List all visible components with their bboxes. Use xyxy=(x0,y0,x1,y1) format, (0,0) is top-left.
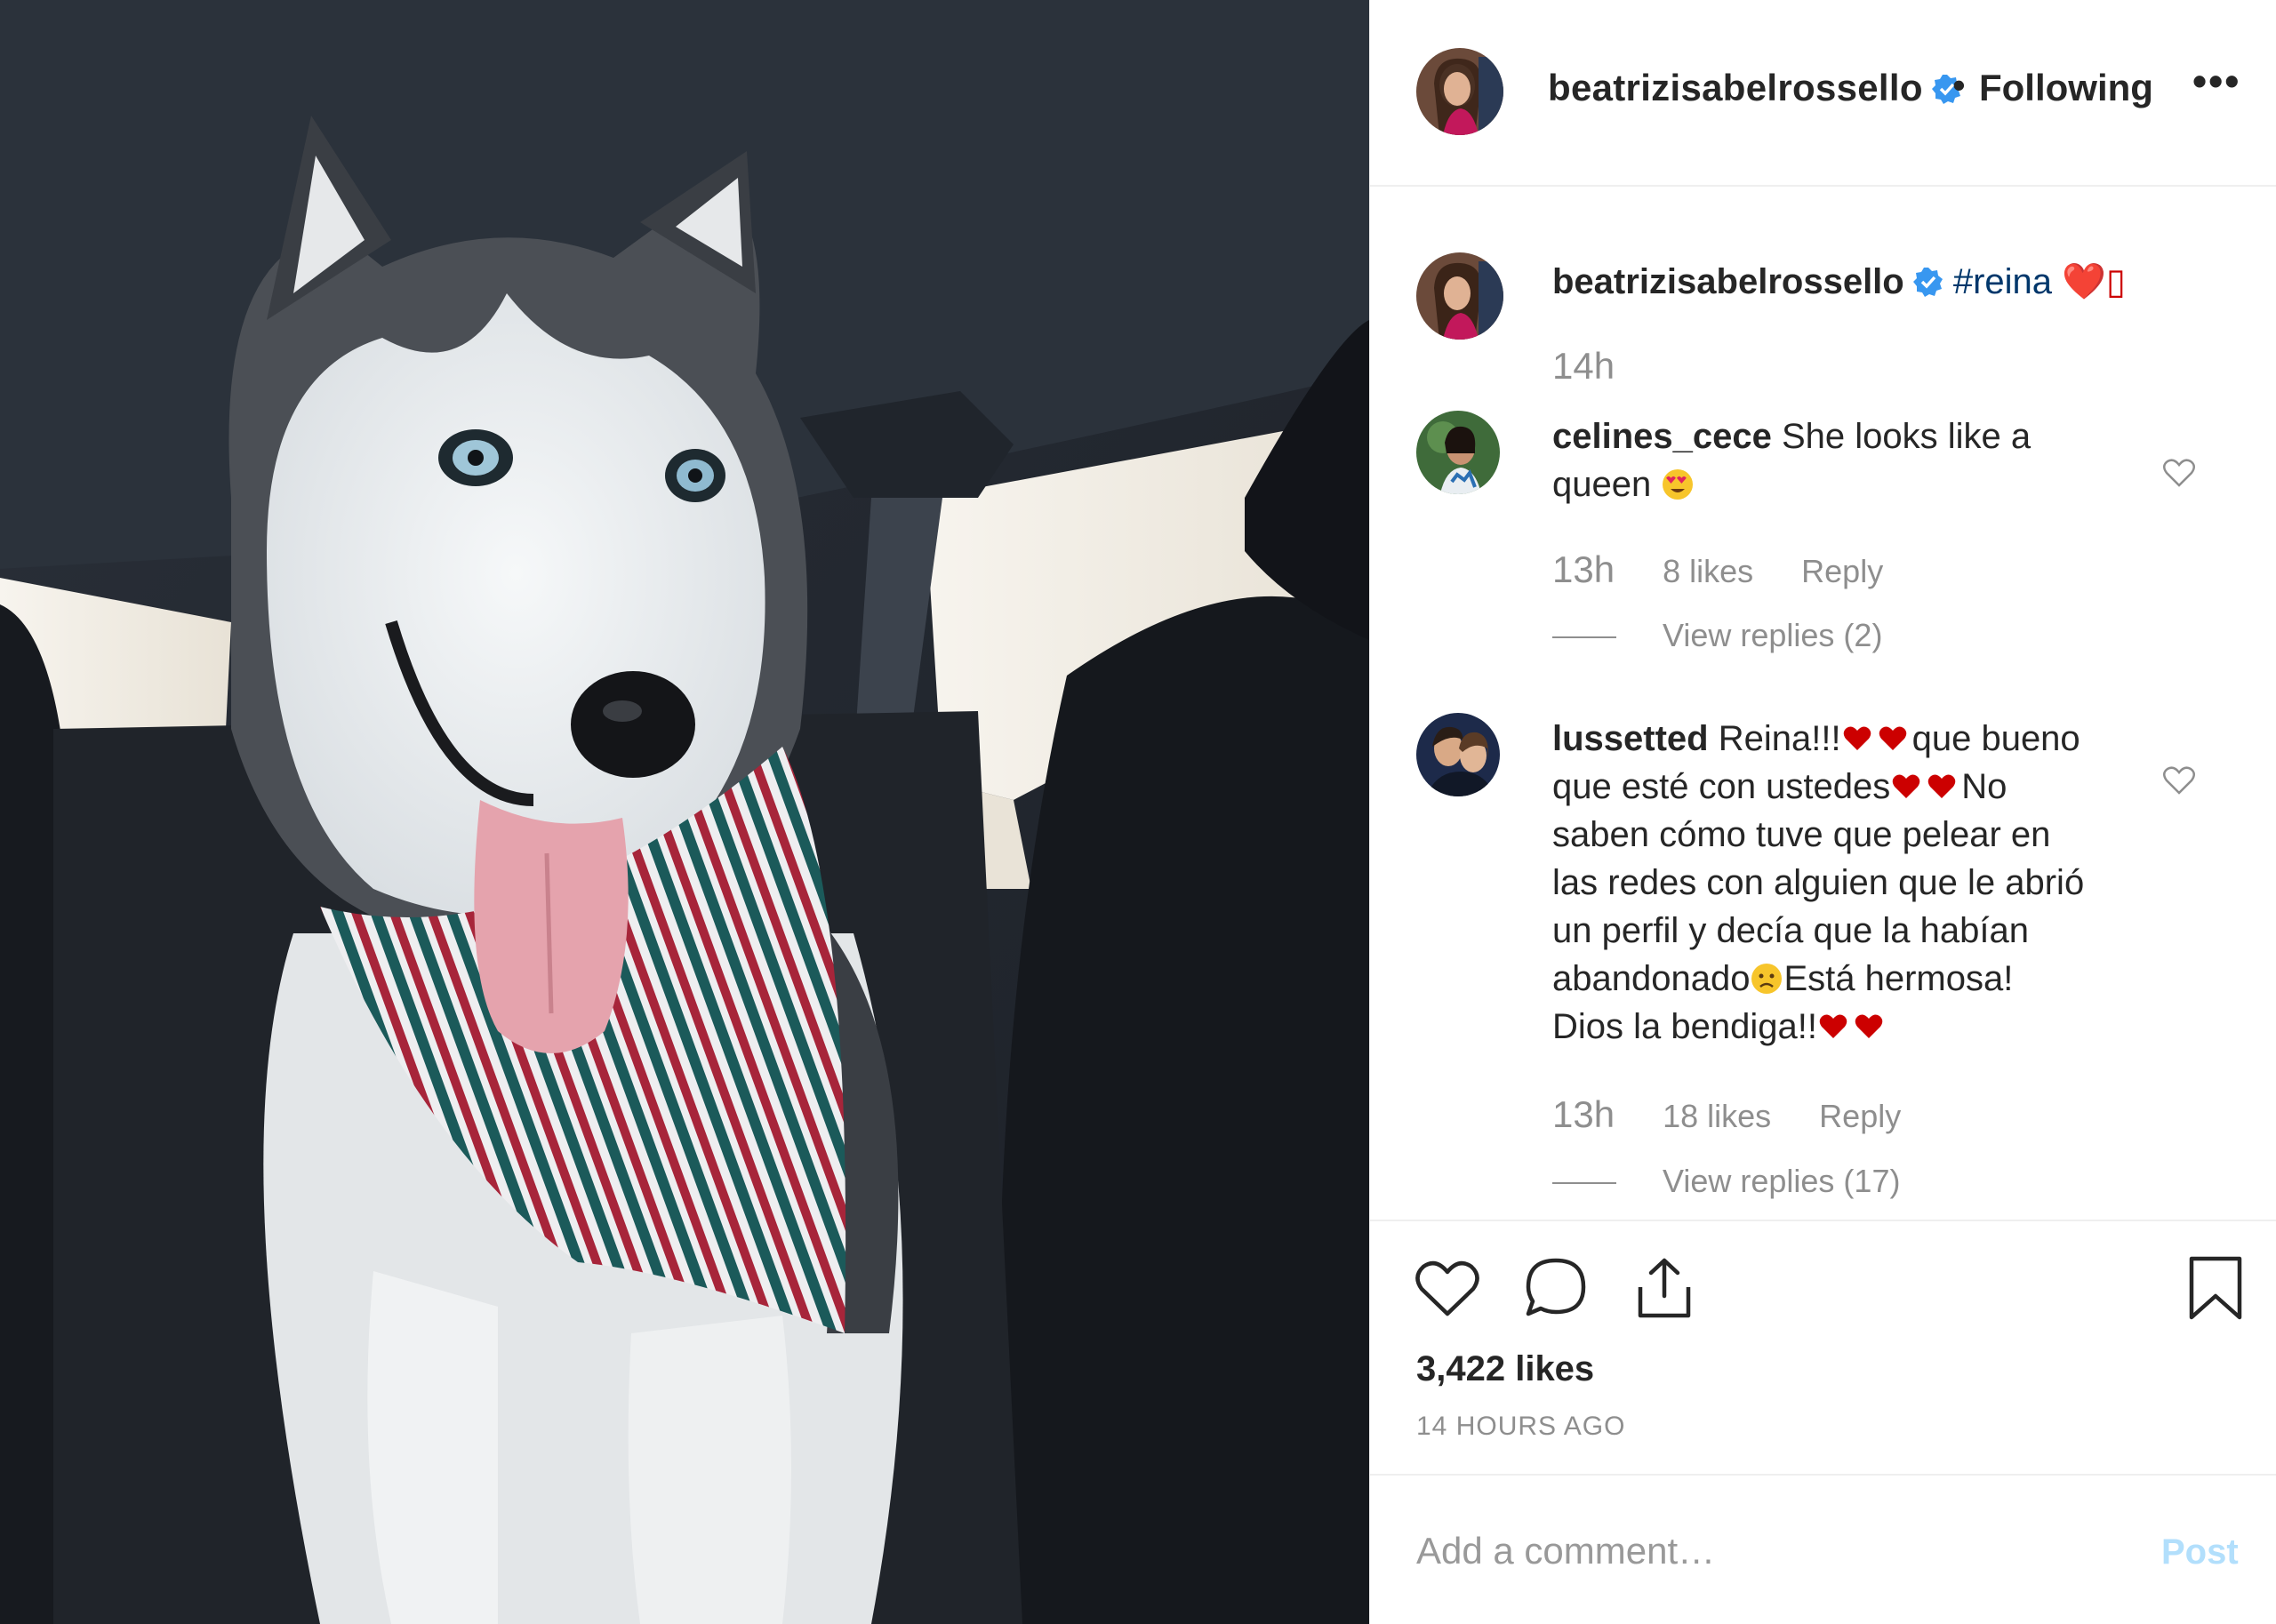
view-replies-label[interactable]: View replies (17) xyxy=(1663,1163,1900,1199)
author-avatar-image xyxy=(1416,48,1503,135)
bookmark-icon[interactable] xyxy=(2181,1253,2250,1323)
comment-text: saben cómo tuve que pelear en xyxy=(1552,815,2051,854)
comment-text: que bueno xyxy=(1911,719,2080,758)
red-hearts-icon xyxy=(1893,774,1956,798)
header-separator: • xyxy=(1952,64,1966,106)
comment-text: abandonado xyxy=(1552,959,1751,998)
comment-text: Reina!!! xyxy=(1718,719,1841,758)
comment-text: que esté con ustedes xyxy=(1552,767,1891,806)
commenter-avatar-celines[interactable] xyxy=(1416,411,1500,494)
worried-face-emoji-icon xyxy=(1751,964,1783,994)
comment-reply-button[interactable]: Reply xyxy=(1819,1098,1901,1134)
share-icon[interactable] xyxy=(1630,1253,1699,1323)
post-side-panel: beatrizisabelrossello • Following ••• be… xyxy=(1369,0,2276,1624)
author-username-text[interactable]: beatrizisabelrossello xyxy=(1548,67,1923,108)
caption-avatar-image xyxy=(1416,252,1503,340)
post-comment-button[interactable]: Post xyxy=(2161,1532,2239,1572)
following-button[interactable]: Following xyxy=(1979,67,2153,109)
commenter-avatar-image xyxy=(1416,713,1500,796)
view-replies-label[interactable]: View replies (2) xyxy=(1663,617,1882,653)
add-comment-bar: Post xyxy=(1370,1474,2276,1624)
comment-username[interactable]: lussetted xyxy=(1552,719,1709,758)
commenter-avatar-image xyxy=(1416,411,1500,494)
commenter-avatar-lussetted[interactable] xyxy=(1416,713,1500,796)
comment-likes-count[interactable]: 8 likes xyxy=(1663,553,1753,589)
comment-bubble-icon[interactable] xyxy=(1521,1253,1591,1323)
comment-text: No xyxy=(1961,767,2008,806)
author-username[interactable]: beatrizisabelrossello xyxy=(1548,67,1962,109)
caption-time[interactable]: 14h xyxy=(1552,345,1615,387)
comment-text: un perfil y decía que la habían xyxy=(1552,911,2029,950)
post-header: beatrizisabelrossello • Following ••• xyxy=(1370,0,2276,187)
replies-divider xyxy=(1552,1182,1616,1185)
comment-lussetted: lussetted Reina!!! que bueno que esté con… xyxy=(1552,715,2192,1051)
view-replies-button[interactable]: View replies (17) xyxy=(1552,1163,1900,1200)
view-replies-button[interactable]: View replies (2) xyxy=(1552,617,1882,654)
comment-text: Dios la bendiga!! xyxy=(1552,1007,1817,1046)
post-actions: 3,422 likes 14 HOURS AGO xyxy=(1370,1220,2276,1486)
post-likes-count[interactable]: 3,422 likes xyxy=(1416,1349,1594,1389)
comment-username[interactable]: celines_cece xyxy=(1552,417,1772,456)
post-photo[interactable] xyxy=(0,0,1369,1624)
post-timestamp[interactable]: 14 HOURS AGO xyxy=(1416,1412,1625,1442)
comments-list[interactable]: beatrizisabelrossello #reina ❤️▯ 14h cel… xyxy=(1370,188,2276,1220)
comment-text: queen xyxy=(1552,465,1652,504)
instagram-post-view: beatrizisabelrossello • Following ••• be… xyxy=(0,0,2276,1624)
comment-meta: 13h 18 likes Reply xyxy=(1552,1093,1940,1136)
comment-likes-count[interactable]: 18 likes xyxy=(1663,1098,1771,1134)
like-comment-heart-icon[interactable] xyxy=(2161,455,2197,491)
comment-meta: 13h 8 likes Reply xyxy=(1552,548,1922,591)
red-hearts-icon xyxy=(1819,1014,1883,1038)
comment-text: She looks like a xyxy=(1782,417,2032,456)
comment-reply-button[interactable]: Reply xyxy=(1801,553,1883,589)
like-comment-heart-icon[interactable] xyxy=(2161,763,2197,798)
heart-eyes-emoji-icon xyxy=(1663,469,1694,500)
red-hearts-icon xyxy=(1843,726,1906,750)
replies-divider xyxy=(1552,636,1616,639)
husky-dog-photo xyxy=(0,0,1369,1624)
caption-username[interactable]: beatrizisabelrossello xyxy=(1552,262,1904,301)
add-comment-input[interactable] xyxy=(1416,1520,2092,1582)
more-options-icon[interactable]: ••• xyxy=(2192,60,2240,101)
caption-meta: 14h xyxy=(1552,345,1654,388)
hashtag-link[interactable]: #reina xyxy=(1953,262,2052,301)
caption-emoji: ❤️▯ xyxy=(2062,262,2127,301)
comment-text: las redes con alguien que le abrió xyxy=(1552,863,2085,902)
comment-time[interactable]: 13h xyxy=(1552,1093,1615,1135)
comment-text: Está hermosa! xyxy=(1783,959,2014,998)
caption-author-avatar[interactable] xyxy=(1416,252,1503,340)
caption-text: beatrizisabelrossello #reina ❤️▯ xyxy=(1552,258,2166,306)
like-heart-icon[interactable] xyxy=(1413,1253,1482,1323)
verified-badge-icon xyxy=(1912,268,1943,297)
comment-time[interactable]: 13h xyxy=(1552,548,1615,590)
comment-celines: celines_cece She looks like a queen xyxy=(1552,412,2166,508)
author-avatar[interactable] xyxy=(1416,48,1503,135)
